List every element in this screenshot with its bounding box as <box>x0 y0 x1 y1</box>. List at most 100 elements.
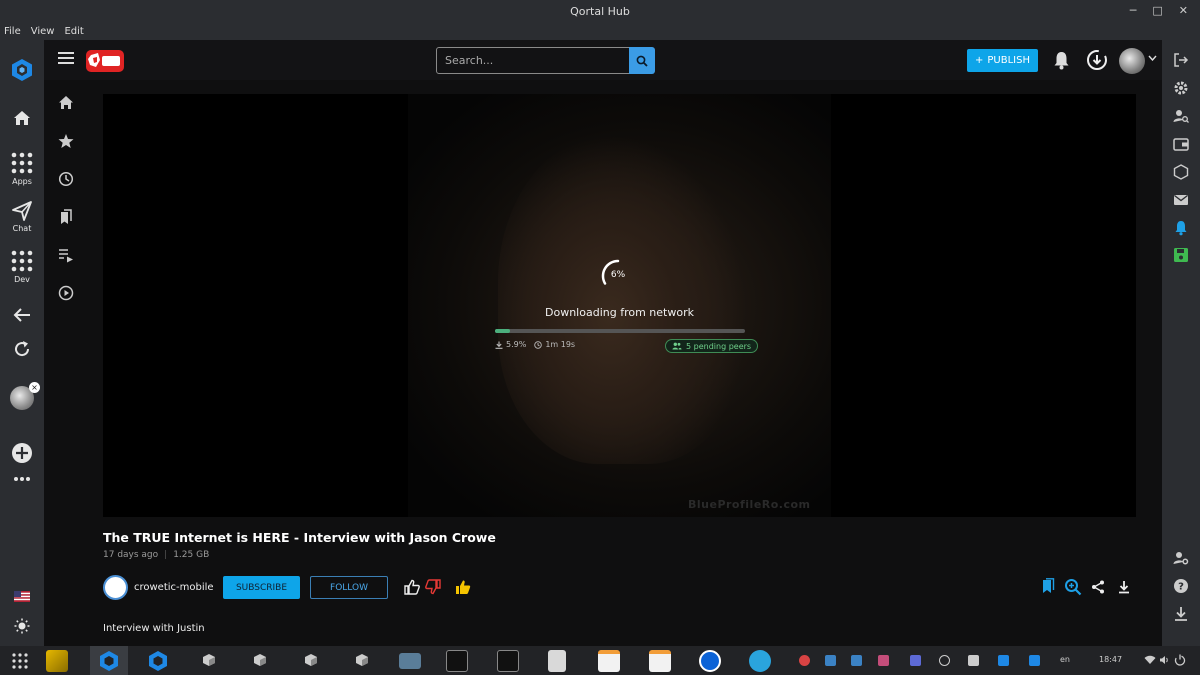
apps-button[interactable]: Apps <box>0 152 44 186</box>
user-search-icon[interactable] <box>1173 108 1189 124</box>
more-icon[interactable] <box>0 476 44 482</box>
star-icon[interactable] <box>58 133 74 149</box>
menu-view[interactable]: View <box>31 26 55 37</box>
search-input[interactable]: Search... <box>436 47 654 74</box>
taskbar-app-calculator[interactable] <box>548 650 566 672</box>
apps-label: Apps <box>12 177 32 186</box>
settings-icon[interactable] <box>1173 80 1189 96</box>
follow-button[interactable]: FOLLOW <box>310 576 388 599</box>
tray-icon-7[interactable] <box>968 655 979 666</box>
taskbar-app-terminal-1[interactable] <box>446 650 468 672</box>
downloads-icon[interactable] <box>1173 606 1189 622</box>
back-arrow-icon[interactable] <box>0 307 44 323</box>
bell-icon[interactable] <box>1053 51 1070 70</box>
share-icon[interactable] <box>1091 580 1105 594</box>
history-icon[interactable] <box>58 171 74 187</box>
download-icon[interactable] <box>1118 580 1130 594</box>
dev-grid-icon <box>11 250 33 272</box>
download-progress-bar <box>495 329 745 333</box>
us-flag-icon[interactable] <box>0 591 44 602</box>
tray-language[interactable]: en <box>1060 655 1070 664</box>
app-launcher-icon[interactable] <box>11 652 29 670</box>
open-app-tab[interactable]: × <box>0 382 44 410</box>
qtube-logo[interactable] <box>86 50 124 72</box>
peers-icon <box>672 342 682 350</box>
bookmark-icon[interactable] <box>1041 578 1055 594</box>
taskbar-app-package-4[interactable] <box>355 653 369 667</box>
menu-file[interactable]: File <box>4 26 21 37</box>
bookmarks-icon[interactable] <box>58 209 74 225</box>
video-title: The TRUE Internet is HERE - Interview wi… <box>103 530 496 545</box>
save-icon[interactable] <box>1173 247 1189 263</box>
clock-icon <box>534 340 543 349</box>
user-avatar[interactable] <box>1119 48 1145 74</box>
send-icon <box>12 201 32 221</box>
poster-image <box>498 134 748 464</box>
publish-button[interactable]: + PUBLISH <box>967 49 1038 72</box>
taskbar-app-files[interactable] <box>46 650 68 672</box>
like-icon[interactable] <box>404 579 420 595</box>
dislike-icon[interactable] <box>425 579 441 595</box>
tray-icon-2[interactable] <box>825 655 836 666</box>
download-manager-icon[interactable] <box>1086 49 1108 71</box>
minimize-icon[interactable]: ─ <box>1130 4 1137 17</box>
video-player[interactable]: BlueProfileRo.com 6% Downloading from ne… <box>103 94 1136 517</box>
chevron-down-icon[interactable] <box>1148 55 1157 61</box>
app-avatar: × <box>10 382 40 410</box>
taskbar-app-package-3[interactable] <box>304 653 318 667</box>
subscribe-button[interactable]: SUBSCRIBE <box>223 576 300 599</box>
taskbar-app-telegram[interactable] <box>749 650 771 672</box>
wallet-icon[interactable] <box>1173 136 1189 152</box>
refresh-icon[interactable] <box>0 340 44 358</box>
tray-icon-1[interactable] <box>799 655 810 666</box>
tray-qortal-icon-1[interactable] <box>998 655 1009 666</box>
super-like-icon[interactable] <box>455 579 471 595</box>
user-settings-icon[interactable] <box>1173 550 1189 566</box>
search-button[interactable] <box>629 47 655 74</box>
dev-button[interactable]: Dev <box>0 250 44 284</box>
maximize-icon[interactable]: □ <box>1152 4 1162 17</box>
taskbar-app-qortal[interactable] <box>147 650 169 672</box>
tray-icon-3[interactable] <box>851 655 862 666</box>
close-tab-icon[interactable]: × <box>29 382 40 393</box>
taskbar-app-qortal-active[interactable] <box>98 650 120 672</box>
theme-toggle-icon[interactable] <box>0 618 44 634</box>
os-taskbar: en 18:47 <box>0 646 1200 675</box>
taskbar-app-terminal-2[interactable] <box>497 650 519 672</box>
add-tab-icon[interactable] <box>0 442 44 464</box>
taskbar-app-package-2[interactable] <box>253 653 267 667</box>
tray-clock[interactable]: 18:47 <box>1099 655 1122 664</box>
taskbar-app-screenshot[interactable] <box>399 653 421 669</box>
taskbar-app-password-manager[interactable] <box>699 650 721 672</box>
menu-edit[interactable]: Edit <box>64 26 83 37</box>
taskbar-app-package-1[interactable] <box>202 653 216 667</box>
wifi-icon[interactable] <box>1144 655 1156 665</box>
taskbar-app-text-editor-2[interactable] <box>649 650 671 672</box>
qortal-node-icon[interactable] <box>1173 164 1189 180</box>
zoom-in-icon[interactable] <box>1064 578 1082 596</box>
meta-divider: | <box>164 550 168 560</box>
tray-qortal-icon-2[interactable] <box>1029 655 1040 666</box>
home-icon[interactable] <box>0 110 44 126</box>
play-circle-icon[interactable] <box>58 285 74 301</box>
channel-avatar[interactable] <box>103 575 128 600</box>
tray-icon-4[interactable] <box>878 655 889 666</box>
qortal-logo-icon[interactable] <box>0 58 44 82</box>
home-icon[interactable] <box>58 95 74 111</box>
help-icon[interactable]: ? <box>1173 578 1189 594</box>
tray-icon-5[interactable] <box>910 655 921 666</box>
playlist-icon[interactable] <box>58 247 74 263</box>
hamburger-menu-icon[interactable] <box>58 52 74 66</box>
qtube-sidebar <box>44 80 88 646</box>
search-icon <box>636 55 648 67</box>
mail-icon[interactable] <box>1173 192 1189 208</box>
tray-icon-6[interactable] <box>939 655 950 666</box>
volume-icon[interactable] <box>1159 655 1169 665</box>
chat-button[interactable]: Chat <box>0 201 44 233</box>
close-icon[interactable]: ✕ <box>1179 4 1188 17</box>
power-icon[interactable] <box>1174 654 1186 666</box>
notifications-icon[interactable] <box>1173 220 1189 236</box>
logout-icon[interactable] <box>1173 52 1189 68</box>
taskbar-app-text-editor-1[interactable] <box>598 650 620 672</box>
channel-name[interactable]: crowetic-mobile <box>134 582 214 593</box>
